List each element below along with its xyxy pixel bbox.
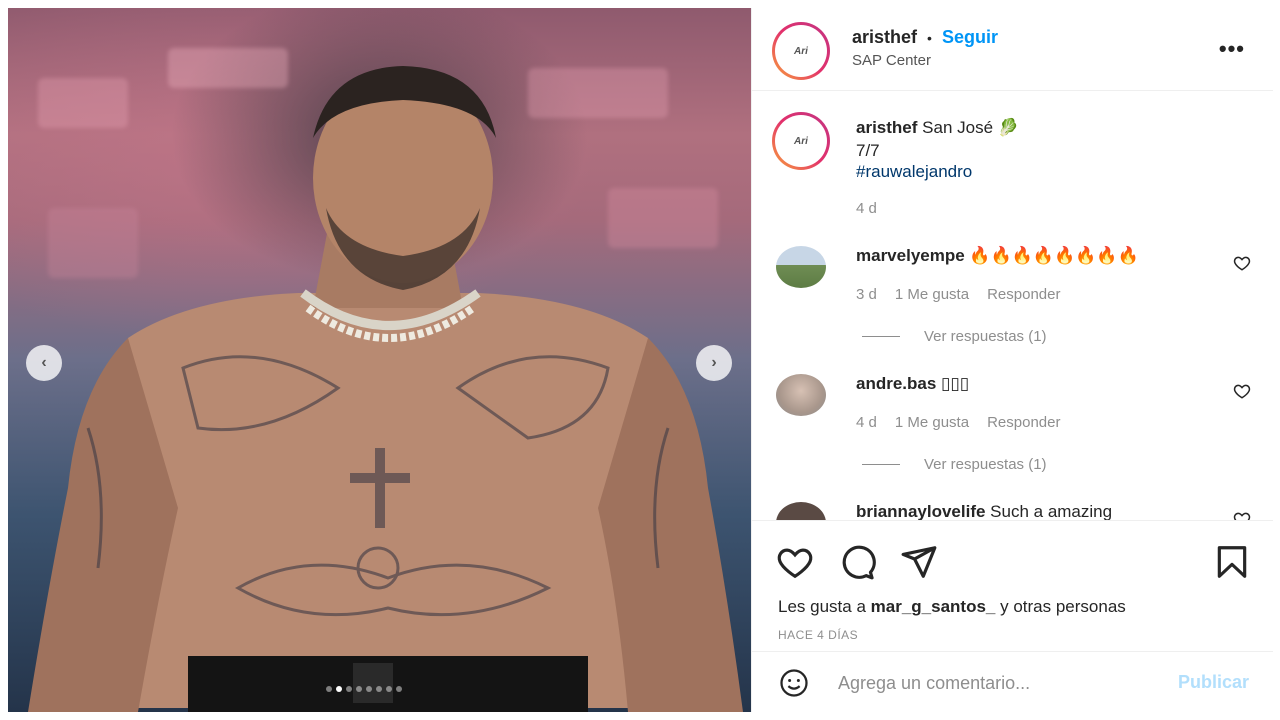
bookmark-icon[interactable] bbox=[1213, 543, 1251, 581]
commenter-avatar[interactable] bbox=[776, 246, 826, 288]
carousel-dot bbox=[356, 686, 362, 692]
performer-figure bbox=[28, 66, 743, 712]
caption-age: 4 d bbox=[856, 200, 877, 217]
commenter-avatar[interactable] bbox=[776, 502, 826, 520]
comment-reply-button[interactable]: Responder bbox=[987, 414, 1060, 431]
carousel-dot bbox=[386, 686, 392, 692]
caption-line2: 7/7 bbox=[856, 141, 880, 160]
carousel-dot bbox=[366, 686, 372, 692]
follow-button[interactable]: Seguir bbox=[942, 27, 998, 48]
view-replies-label: Ver respuestas (1) bbox=[924, 456, 1047, 473]
comment-heart-icon[interactable] bbox=[1233, 254, 1251, 272]
comment-bubble-icon[interactable] bbox=[838, 543, 876, 581]
author-username[interactable]: aristhef bbox=[852, 27, 917, 48]
caption-text: San José 🥬 bbox=[922, 118, 1019, 137]
post-timestamp[interactable]: HACE 4 DÍAS bbox=[778, 628, 858, 642]
comment-age: 4 d bbox=[856, 414, 877, 431]
replies-divider bbox=[862, 336, 900, 337]
more-options-button[interactable]: ••• bbox=[1219, 36, 1245, 62]
liked-by-user[interactable]: mar_g_santos_ bbox=[871, 597, 996, 616]
caption-hashtag[interactable]: #rauwalejandro bbox=[856, 162, 972, 182]
carousel-dot bbox=[336, 686, 342, 692]
post-location[interactable]: SAP Center bbox=[852, 52, 931, 69]
comment-text: 🔥🔥🔥🔥🔥🔥🔥🔥 bbox=[969, 246, 1139, 265]
comment-reply-button[interactable]: Responder bbox=[987, 286, 1060, 303]
carousel-dot bbox=[376, 686, 382, 692]
caption-avatar-logo: Ari bbox=[779, 119, 823, 163]
view-replies-label: Ver respuestas (1) bbox=[924, 328, 1047, 345]
comment-text: ▯▯▯ bbox=[941, 374, 970, 393]
emoji-smile-icon[interactable] bbox=[776, 668, 812, 698]
chevron-right-icon: › bbox=[711, 354, 717, 371]
carousel-prev-button[interactable]: ‹ bbox=[26, 345, 62, 381]
replies-divider bbox=[862, 464, 900, 465]
carousel-dot bbox=[326, 686, 332, 692]
carousel-dots bbox=[326, 686, 402, 692]
comment-meta: 3 d 1 Me gusta Responder bbox=[856, 286, 1060, 303]
header-separator: • bbox=[927, 29, 932, 46]
comment-likes[interactable]: 1 Me gusta bbox=[895, 286, 969, 303]
post-actions: Les gusta a mar_g_santos_ y otras person… bbox=[752, 520, 1273, 660]
more-horizontal-icon: ••• bbox=[1218, 36, 1245, 61]
comment-age: 3 d bbox=[856, 286, 877, 303]
caption-avatar[interactable]: Ari bbox=[772, 112, 830, 170]
share-send-icon[interactable] bbox=[900, 543, 938, 581]
view-replies-button[interactable]: Ver respuestas (1) bbox=[862, 456, 1047, 473]
post-side-panel: Ari aristhef • Seguir SAP Center ••• Ari… bbox=[751, 8, 1273, 712]
post-header: Ari aristhef • Seguir SAP Center ••• bbox=[752, 8, 1273, 91]
caption-age-text: 4 d bbox=[856, 200, 877, 217]
post-photo[interactable]: ‹ › bbox=[8, 8, 751, 712]
like-heart-icon[interactable] bbox=[776, 543, 814, 581]
carousel-dot bbox=[346, 686, 352, 692]
comment-input[interactable] bbox=[838, 669, 1158, 697]
view-replies-button[interactable]: Ver respuestas (1) bbox=[862, 328, 1047, 345]
liked-by-text: Les gusta a mar_g_santos_ y otras person… bbox=[778, 597, 1126, 617]
comment-author[interactable]: briannaylovelife bbox=[856, 502, 985, 520]
chevron-left-icon: ‹ bbox=[41, 354, 47, 371]
comment-author[interactable]: andre.bas bbox=[856, 374, 936, 393]
liked-by-prefix: Les gusta a bbox=[778, 597, 866, 616]
publish-button[interactable]: Publicar bbox=[1178, 672, 1249, 693]
comment-heart-icon[interactable] bbox=[1233, 510, 1251, 520]
author-avatar-logo: Ari bbox=[779, 29, 823, 73]
caption-author[interactable]: aristhef bbox=[856, 118, 917, 137]
author-avatar[interactable]: Ari bbox=[772, 22, 830, 80]
add-comment-form: Publicar bbox=[752, 651, 1273, 712]
carousel-next-button[interactable]: › bbox=[696, 345, 732, 381]
comment-meta: 4 d 1 Me gusta Responder bbox=[856, 414, 1060, 431]
comment-text: Such a amazing bbox=[990, 502, 1113, 520]
comments-list[interactable]: Ari aristhef San José 🥬 7/7 #rauwalejand… bbox=[752, 92, 1273, 520]
liked-by-suffix[interactable]: y otras personas bbox=[1000, 597, 1126, 616]
comment-likes[interactable]: 1 Me gusta bbox=[895, 414, 969, 431]
comment-heart-icon[interactable] bbox=[1233, 382, 1251, 400]
commenter-avatar[interactable] bbox=[776, 374, 826, 416]
carousel-dot bbox=[396, 686, 402, 692]
comment-author[interactable]: marvelyempe bbox=[856, 246, 965, 265]
